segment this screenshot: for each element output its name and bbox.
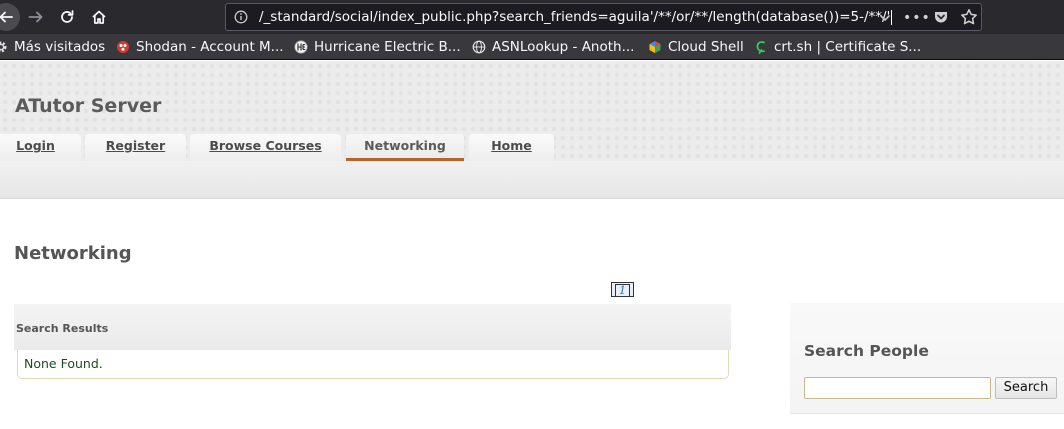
star-icon[interactable] [960,8,978,26]
crt-icon [756,41,765,54]
arrow-left-icon [0,11,13,23]
search-people-title: Search People [804,342,929,360]
home-button[interactable] [87,5,111,29]
back-button[interactable] [0,3,20,31]
tab-login[interactable]: Login [0,134,81,161]
tab-register[interactable]: Register [85,134,186,161]
site-title: ATutor Server [15,95,162,117]
tab-networking[interactable]: Networking [346,134,464,161]
shodan-icon [117,41,129,53]
browser-toolbar: /_standard/social/index_public.php?searc… [0,0,1064,34]
subnav-bar [0,161,1064,199]
bookmark-most-visited[interactable]: Más visitados [0,38,105,56]
bookmark-label: ASNLookup - Anoth... [492,39,635,55]
chevron-down-icon[interactable] [878,11,892,25]
search-button[interactable]: Search [995,377,1057,399]
page-link[interactable]: 1 [615,284,630,297]
bookmark-crt-sh[interactable]: crt.sh | Certificate S... [754,38,921,56]
gear-icon [0,41,7,53]
bookmark-label: Cloud Shell [668,39,744,55]
tab-home[interactable]: Home [469,134,554,161]
info-icon[interactable] [234,10,248,24]
bookmark-shodan[interactable]: Shodan - Account M... [116,38,284,56]
pagination[interactable]: 1 [611,282,634,297]
address-bar[interactable]: /_standard/social/index_public.php?searc… [225,3,982,31]
bookmark-asnlookup[interactable]: ASNLookup - Anoth... [472,38,634,56]
bookmark-label: Shodan - Account M... [136,39,284,55]
page-title: Networking [14,243,132,264]
arrow-right-icon [28,11,43,23]
search-results-body [17,350,729,379]
globe-icon [472,40,486,54]
bookmarks-bar: Más visitados Shodan - Account M... Hurr… [0,34,1064,60]
bookmark-label: crt.sh | Certificate S... [774,39,922,55]
search-results-title: Search Results [16,322,109,335]
home-icon [92,10,106,24]
more-actions-icon[interactable]: ••• [903,10,931,26]
reload-icon [61,10,74,23]
search-results-panel [14,304,731,350]
bookmark-label: Más visitados [14,39,106,55]
bookmark-cloud-shell[interactable]: Cloud Shell [648,38,744,56]
bookmark-hurricane-electric[interactable]: Hurricane Electric B... [294,38,461,56]
cloud-shell-icon [649,41,661,53]
bookmark-label: Hurricane Electric B... [314,39,461,55]
tab-browse-courses[interactable]: Browse Courses [190,134,341,161]
forward-button[interactable] [24,5,48,29]
pocket-icon[interactable] [933,9,949,25]
reload-button[interactable] [55,5,79,29]
he-logo-icon [294,40,308,54]
url-text[interactable]: /_standard/social/index_public.php?searc… [259,9,893,25]
no-results-message: None Found. [24,356,103,371]
search-people-input[interactable] [804,377,991,399]
